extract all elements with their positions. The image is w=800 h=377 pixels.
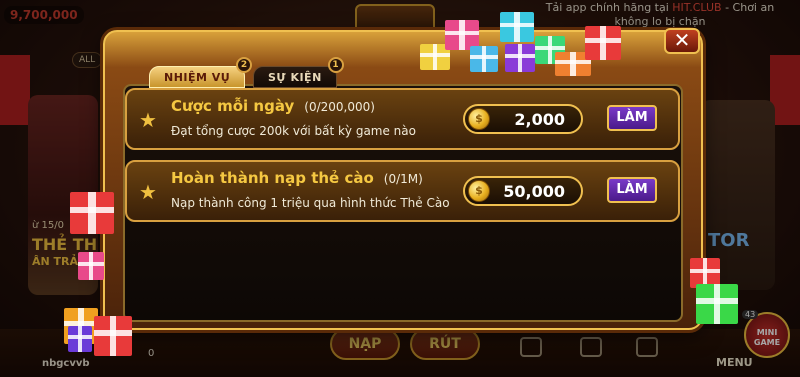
mission-row: ★ Cược mỗi ngày (0/200,000) Đạt tổng cược…: [125, 88, 680, 150]
gift-box-icon: [78, 252, 104, 280]
mission-title-text: Cược mỗi ngày: [171, 97, 295, 115]
game-lobby: 9,700,000 Tải app chính hãng tại HIT.CLU…: [0, 0, 800, 377]
tab-events-badge: 1: [327, 57, 344, 73]
mission-title: Cược mỗi ngày (0/200,000): [171, 97, 375, 115]
mission-title-text: Hoàn thành nạp thẻ cào: [171, 169, 374, 187]
tab-events-label: SỰ KIỆN: [268, 71, 322, 84]
close-icon: ✕: [673, 28, 691, 52]
close-button[interactable]: ✕: [664, 28, 700, 54]
gift-box-icon: [585, 26, 621, 60]
tab-missions[interactable]: NHIỆM VỤ 2: [149, 57, 253, 88]
mission-description: Đạt tổng cược 200k với bất kỳ game nào: [171, 124, 416, 138]
tab-missions-label: NHIỆM VỤ: [164, 71, 231, 84]
reward-pill: $ 50,000: [463, 176, 583, 206]
gift-box-icon: [94, 316, 132, 356]
tab-missions-badge: 2: [236, 57, 253, 73]
mission-title: Hoàn thành nạp thẻ cào (0/1M): [171, 169, 423, 187]
gift-box-icon: [500, 12, 534, 42]
star-icon: ★: [139, 108, 157, 132]
mission-progress: (0/200,000): [304, 100, 375, 114]
do-mission-button[interactable]: LÀM: [607, 105, 657, 131]
gift-box-icon: [70, 192, 114, 234]
do-mission-button[interactable]: LÀM: [607, 177, 657, 203]
star-icon: ★: [139, 180, 157, 204]
coin-icon: $: [468, 108, 490, 130]
reward-amount: 50,000: [503, 182, 565, 201]
gift-box-icon: [696, 284, 738, 324]
reward-pill: $ 2,000: [463, 104, 583, 134]
gift-box-icon: [505, 44, 535, 72]
mission-progress: (0/1M): [383, 172, 423, 186]
mission-row: ★ Hoàn thành nạp thẻ cào (0/1M) Nạp thành…: [125, 160, 680, 222]
mission-description: Nạp thành công 1 triệu qua hình thức Thẻ…: [171, 196, 450, 210]
reward-amount: 2,000: [514, 110, 565, 129]
gift-box-icon: [470, 46, 498, 72]
tab-events[interactable]: SỰ KIỆN 1: [253, 57, 344, 88]
coin-icon: $: [468, 180, 490, 202]
gift-box-icon: [68, 326, 92, 352]
